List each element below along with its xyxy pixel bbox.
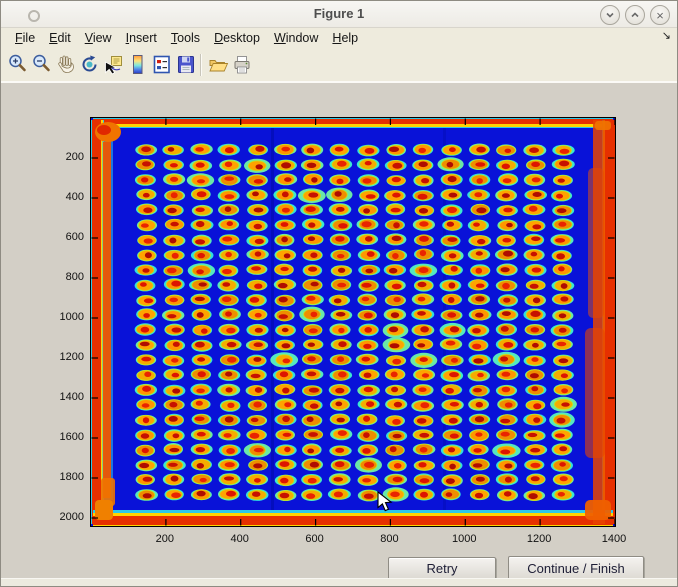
open-file-button[interactable] — [206, 52, 230, 78]
figure-canvas: 200 400 600 800 1000 1200 1400 200 400 600 800 1000… — [1, 83, 677, 581]
y-tick-label: 600 — [38, 230, 84, 244]
plot-axes[interactable] — [90, 117, 616, 527]
zoom-in-icon — [7, 53, 28, 76]
data-cursor-button[interactable] — [101, 52, 125, 78]
menu-tools[interactable]: Tools — [165, 31, 206, 45]
x-tick-label: 400 — [218, 532, 262, 546]
toolbar-separator — [200, 54, 201, 76]
x-tick-label: 1400 — [592, 532, 636, 546]
zoom-in-button[interactable] — [5, 52, 29, 78]
pan-hand-icon — [55, 53, 76, 76]
figure-window: Figure 1 × File Edit View Insert Tools D… — [0, 0, 678, 587]
x-tick-label: 600 — [293, 532, 337, 546]
y-tick-label: 400 — [38, 190, 84, 204]
chevron-up-icon — [629, 9, 641, 21]
colorbar-icon — [127, 53, 148, 76]
open-folder-icon — [207, 53, 229, 76]
menu-window[interactable]: Window — [268, 31, 324, 45]
x-tick-label: 1200 — [517, 532, 561, 546]
menu-desktop[interactable]: Desktop — [208, 31, 266, 45]
dock-arrow-icon[interactable]: ↘ — [662, 29, 671, 42]
insert-legend-button[interactable] — [149, 52, 173, 78]
y-tick-label: 800 — [38, 270, 84, 284]
plate-scan-image[interactable] — [91, 118, 615, 526]
window-controls: × — [600, 5, 670, 25]
menubar: File Edit View Insert Tools Desktop Wind… — [1, 28, 677, 48]
window-status-strip — [1, 578, 677, 586]
x-tick-label: 1000 — [442, 532, 486, 546]
menu-file[interactable]: File — [9, 31, 41, 45]
y-tick-label: 1800 — [38, 470, 84, 484]
figure-toolbar — [1, 48, 677, 81]
y-tick-label: 200 — [38, 150, 84, 164]
menu-help[interactable]: Help — [326, 31, 364, 45]
rotate-3d-icon — [79, 53, 100, 76]
x-tick-label: 800 — [367, 532, 411, 546]
save-icon — [175, 53, 196, 76]
x-tick-label: 200 — [143, 532, 187, 546]
minimize-button[interactable] — [600, 5, 620, 25]
print-figure-button[interactable] — [230, 52, 254, 78]
pan-button[interactable] — [53, 52, 77, 78]
save-figure-button[interactable] — [173, 52, 197, 78]
y-tick-label: 2000 — [38, 510, 84, 524]
y-tick-label: 1400 — [38, 390, 84, 404]
y-tick-label: 1200 — [38, 350, 84, 364]
chevron-down-icon — [604, 9, 616, 21]
zoom-out-icon — [31, 53, 52, 76]
printer-icon — [231, 53, 253, 76]
menu-view[interactable]: View — [79, 31, 118, 45]
insert-colorbar-button[interactable] — [125, 52, 149, 78]
close-button[interactable]: × — [650, 5, 670, 25]
menu-insert[interactable]: Insert — [120, 31, 163, 45]
y-tick-label: 1000 — [38, 310, 84, 324]
legend-icon — [151, 53, 172, 76]
menu-edit[interactable]: Edit — [43, 31, 77, 45]
titlebar[interactable]: Figure 1 × — [1, 1, 677, 28]
zoom-out-button[interactable] — [29, 52, 53, 78]
rotate-3d-button[interactable] — [77, 52, 101, 78]
close-icon: × — [656, 9, 664, 22]
window-title: Figure 1 — [1, 1, 677, 27]
y-tick-label: 1600 — [38, 430, 84, 444]
maximize-button[interactable] — [625, 5, 645, 25]
data-cursor-icon — [103, 53, 124, 76]
retry-button[interactable]: Retry — [388, 557, 496, 580]
